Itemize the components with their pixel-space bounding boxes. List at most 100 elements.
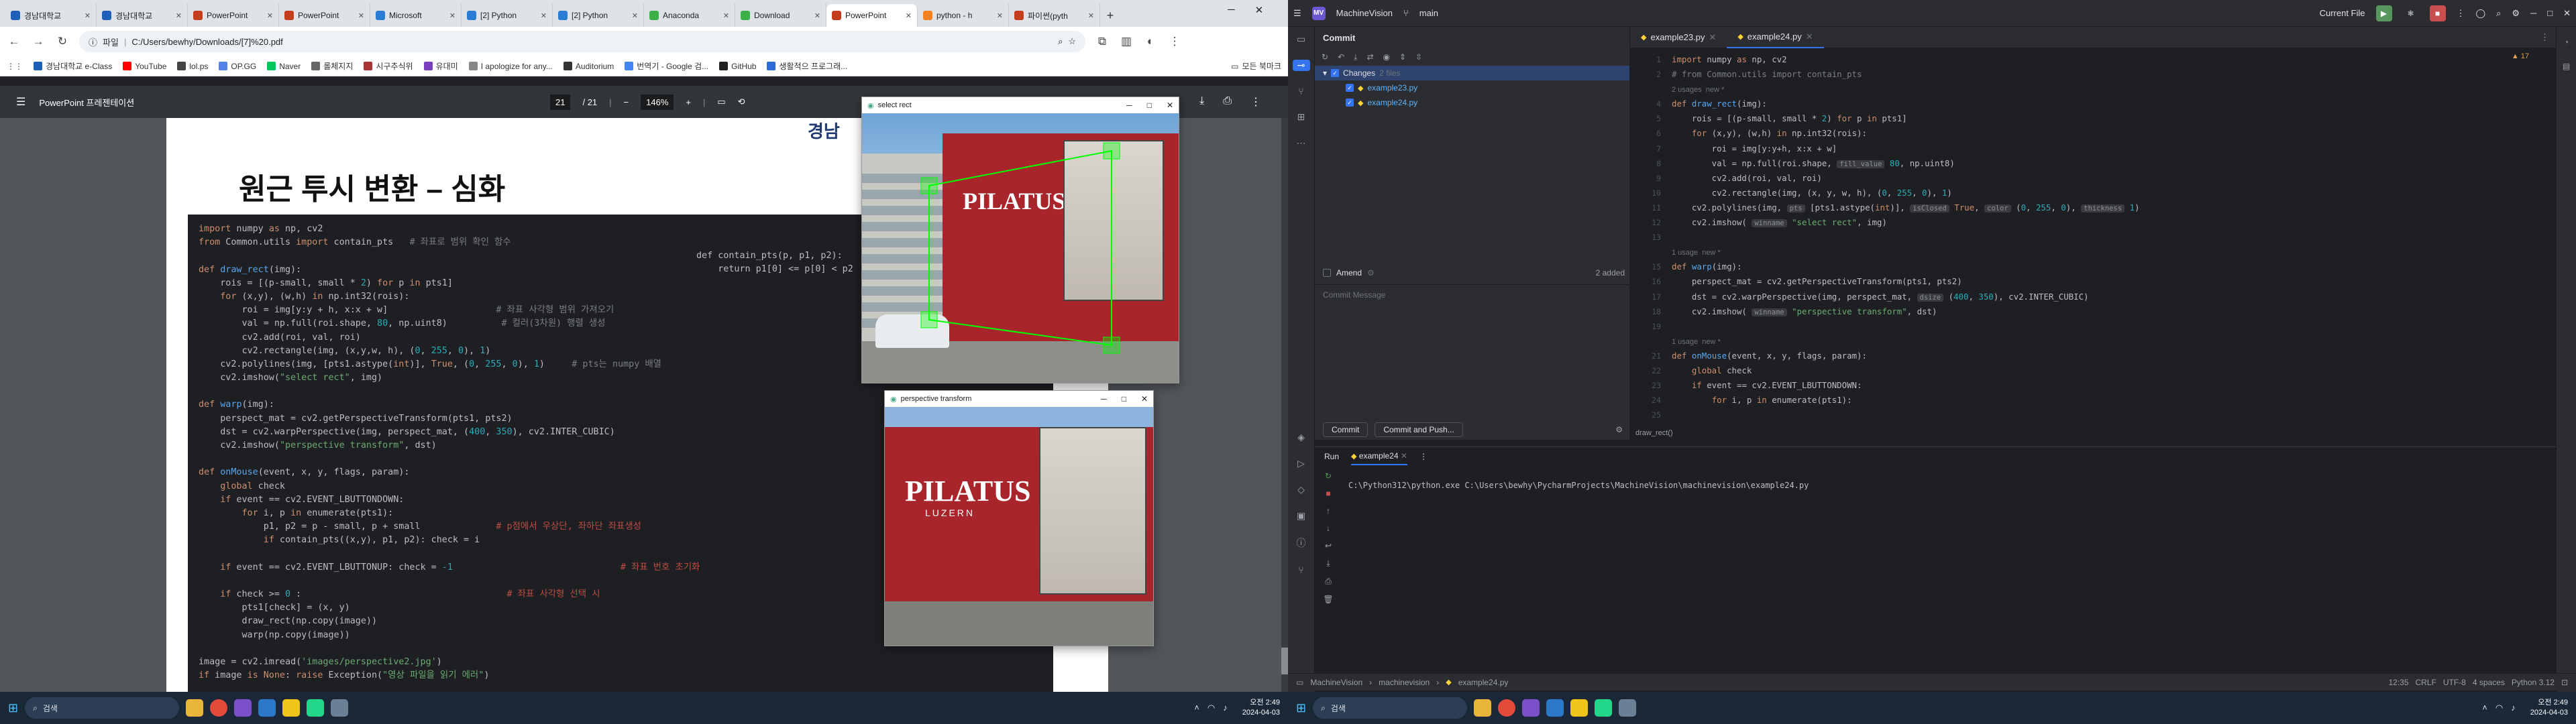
info-icon[interactable]: ⓘ bbox=[89, 36, 97, 48]
bookmark-item[interactable]: Auditorium bbox=[563, 60, 614, 72]
pdf-scrollbar[interactable] bbox=[1281, 118, 1288, 692]
fit-page-icon[interactable]: ▭ bbox=[717, 97, 725, 107]
python-packages-icon[interactable]: ◈ bbox=[1297, 432, 1305, 443]
kakaotalk-icon[interactable] bbox=[282, 699, 301, 717]
bookmark-item[interactable]: Naver bbox=[267, 60, 301, 72]
services-icon[interactable]: ◇ bbox=[1297, 484, 1305, 495]
more-tools-icon[interactable]: ⋯ bbox=[1297, 137, 1306, 149]
pull-requests-icon[interactable]: ⑂ bbox=[1298, 86, 1303, 97]
zoom-icon[interactable]: ⌕ bbox=[1058, 36, 1063, 47]
forward-icon[interactable]: → bbox=[31, 35, 46, 48]
commit-and-push-button[interactable]: Commit and Push... bbox=[1375, 422, 1463, 437]
zoom-out-icon[interactable]: − bbox=[624, 97, 629, 107]
select-rect-window[interactable]: ◉ select rect ─ □ ✕ PILATUS bbox=[861, 97, 1179, 383]
tab-menu-icon[interactable]: ⋮ bbox=[2540, 32, 2556, 43]
menu-icon[interactable]: ⋮ bbox=[1167, 35, 1182, 48]
taskbar-search[interactable]: ⌕ 검색 bbox=[25, 697, 180, 719]
url-text[interactable]: C:/Users/bewhy/Downloads/[7]%20.pdf bbox=[131, 37, 1053, 47]
extensions-icon[interactable]: ⧉ bbox=[1095, 35, 1110, 48]
close-icon[interactable]: ✕ bbox=[1401, 451, 1407, 461]
download-icon[interactable]: ⤓ bbox=[1199, 95, 1204, 109]
minimize-icon[interactable]: ─ bbox=[1126, 101, 1132, 110]
download-icon[interactable]: ⤓ bbox=[1354, 52, 1357, 62]
print-icon[interactable]: ⎙ bbox=[1325, 577, 1332, 587]
file-explorer-icon[interactable] bbox=[186, 699, 204, 717]
close-icon[interactable]: ✕ bbox=[632, 11, 638, 20]
maximize-icon[interactable]: □ bbox=[1147, 101, 1152, 110]
down-icon[interactable]: ↓ bbox=[1326, 524, 1330, 533]
bookmark-item[interactable]: YouTube bbox=[123, 60, 166, 72]
browser-tab[interactable]: PowerPoint ✕ bbox=[188, 4, 279, 27]
apps-icon[interactable]: ⋮⋮ bbox=[7, 62, 23, 71]
pdf-menu-icon[interactable]: ☰ bbox=[16, 95, 25, 109]
volume-icon[interactable]: ♪ bbox=[1223, 703, 1228, 713]
changed-file[interactable]: ✓ ◆ example24.py bbox=[1315, 95, 1629, 110]
commit-tool-icon[interactable]: ⊸ bbox=[1292, 60, 1310, 71]
up-icon[interactable]: ↑ bbox=[1326, 506, 1330, 516]
structure-icon[interactable]: ⊞ bbox=[1297, 111, 1305, 123]
bookmark-item[interactable]: lol.ps bbox=[177, 60, 208, 72]
trash-icon[interactable]: 🗑 bbox=[1323, 595, 1333, 604]
file-checkbox[interactable]: ✓ bbox=[1346, 99, 1354, 107]
editor-text[interactable]: import numpy as np, cv2 # from Common.uti… bbox=[1672, 52, 2139, 408]
bookmark-item[interactable]: OP.GG bbox=[219, 60, 256, 72]
close-icon[interactable]: ✕ bbox=[906, 11, 912, 20]
git-icon[interactable]: ⑂ bbox=[1298, 564, 1303, 575]
account-icon[interactable]: ◯ bbox=[2476, 8, 2486, 19]
cv-titlebar[interactable]: ◉ perspective transform ─ □ ✕ bbox=[885, 391, 1153, 407]
line-separator[interactable]: CRLF bbox=[2416, 678, 2436, 687]
problems-icon[interactable]: ⓘ bbox=[1297, 536, 1306, 550]
file-encoding[interactable]: UTF-8 bbox=[2443, 678, 2466, 687]
main-menu-icon[interactable]: ☰ bbox=[1293, 8, 1301, 19]
bookmark-item[interactable]: 경남대학교 e-Class bbox=[34, 60, 112, 72]
windows-start-icon[interactable]: ⊞ bbox=[8, 701, 18, 715]
app-icon[interactable] bbox=[1522, 699, 1540, 717]
commit-message-input[interactable]: Commit Message bbox=[1315, 284, 1630, 398]
commit-button[interactable]: Commit bbox=[1323, 422, 1368, 437]
status-path-package[interactable]: machinevision bbox=[1379, 678, 1430, 687]
status-path-file[interactable]: example24.py bbox=[1458, 678, 1509, 687]
rerun-icon[interactable]: ↻ bbox=[1325, 471, 1332, 481]
run-config-selector[interactable]: Current File bbox=[2320, 8, 2365, 18]
code-editor[interactable]: ▲ 17 1 2 4 5 6 7 8 9 10 11 12 13 15 16 17 18 19 21 22 23 24 2… bbox=[1630, 48, 2556, 429]
perspective-window[interactable]: ◉ perspective transform ─ □ ✕ PILATUS LUZE… bbox=[884, 390, 1154, 646]
run-tool-icon[interactable]: ▷ bbox=[1297, 458, 1305, 469]
taskbar-search[interactable]: ⌕ 검색 bbox=[1313, 697, 1468, 719]
more-icon[interactable]: ⋮ bbox=[2457, 8, 2465, 19]
chevron-up-icon[interactable]: ˄ bbox=[2482, 703, 2487, 713]
close-icon[interactable]: ✕ bbox=[814, 11, 820, 20]
maximize-icon[interactable]: □ bbox=[1122, 394, 1126, 404]
inspection-warnings[interactable]: ▲ 17 bbox=[2512, 52, 2529, 60]
page-number-input[interactable]: 21 bbox=[550, 94, 571, 110]
scroll-end-icon[interactable]: ⤓ bbox=[1326, 558, 1330, 568]
address-bar[interactable]: ⓘ 파일 | C:/Users/bewhy/Downloads/[7]%20.p… bbox=[79, 31, 1085, 52]
search-icon[interactable]: ⌕ bbox=[2496, 8, 2501, 19]
amend-label[interactable]: Amend bbox=[1336, 268, 1362, 278]
kakaotalk-icon[interactable] bbox=[1570, 699, 1589, 717]
rotate-icon[interactable]: ⟲ bbox=[738, 97, 745, 107]
close-icon[interactable]: ✕ bbox=[176, 11, 182, 20]
status-path-project[interactable]: MachineVision bbox=[1310, 678, 1362, 687]
close-icon[interactable]: ✕ bbox=[1141, 394, 1148, 404]
app-icon[interactable] bbox=[234, 699, 252, 717]
browser-tab[interactable]: Anaconda ✕ bbox=[644, 4, 735, 27]
gear-icon[interactable]: ⚙ bbox=[1615, 425, 1623, 434]
profile-icon[interactable]: ◐ bbox=[1143, 35, 1158, 48]
reload-icon[interactable]: ↻ bbox=[55, 35, 70, 48]
debug-icon[interactable]: ✱ bbox=[2403, 5, 2419, 21]
browser-tab[interactable]: PowerPoint ✕ bbox=[279, 4, 370, 27]
rollback-icon[interactable]: ↶ bbox=[1338, 52, 1344, 62]
chrome-icon[interactable] bbox=[1498, 699, 1516, 717]
wrap-icon[interactable]: ↩ bbox=[1325, 541, 1332, 550]
browser-tab[interactable]: 경남대학교 ✕ bbox=[5, 4, 97, 27]
pycharm-icon[interactable] bbox=[307, 699, 325, 717]
minimize-icon[interactable]: ─ bbox=[1228, 4, 1235, 16]
browser-tab[interactable]: PowerPoint ✕ bbox=[826, 4, 918, 27]
file-checkbox[interactable]: ✓ bbox=[1346, 84, 1354, 92]
collapse-icon[interactable]: ⇳ bbox=[1415, 52, 1422, 62]
pdf-more-icon[interactable]: ⋮ bbox=[1250, 95, 1261, 109]
browser-tab[interactable]: [2] Python ✕ bbox=[553, 4, 644, 27]
minimize-icon[interactable]: ─ bbox=[2530, 8, 2536, 18]
zoom-in-icon[interactable]: + bbox=[686, 97, 691, 107]
close-icon[interactable]: ✕ bbox=[267, 11, 273, 20]
